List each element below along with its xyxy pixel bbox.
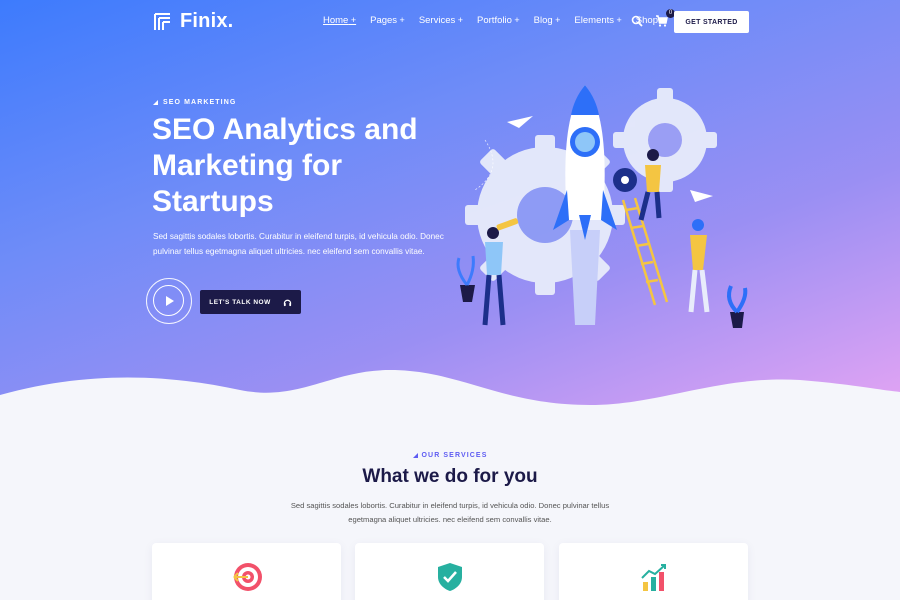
growth-chart-icon — [641, 564, 666, 591]
play-video-button[interactable] — [146, 278, 192, 324]
hero-eyebrow: SEO MARKETING — [153, 99, 236, 106]
lets-talk-label: LET'S TALK NOW — [209, 298, 271, 306]
hero-wave-divider — [0, 370, 900, 430]
nav-item-blog[interactable]: Blog — [534, 15, 561, 26]
hero-description: Sed sagittis sodales lobortis. Curabitur… — [153, 232, 444, 256]
main-nav: Home Pages Services Portfolio Blog Eleme… — [323, 15, 666, 26]
services-eyebrow: OUR SERVICES — [0, 452, 900, 459]
service-card[interactable] — [152, 543, 341, 600]
headset-icon — [283, 299, 291, 306]
lets-talk-button[interactable]: LET'S TALK NOW — [200, 290, 301, 314]
triangle-icon — [153, 100, 158, 105]
logo-mark-icon — [154, 12, 170, 30]
service-card[interactable] — [355, 543, 544, 600]
play-icon — [153, 285, 184, 316]
nav-item-pages[interactable]: Pages — [370, 15, 405, 26]
get-started-button[interactable]: GET STARTED — [674, 11, 749, 33]
hero-section: Finix. Home Pages Services Portfolio Blo… — [0, 0, 900, 430]
target-icon — [233, 563, 262, 591]
service-card[interactable] — [559, 543, 748, 600]
services-title: What we do for you — [362, 466, 538, 487]
hero-title: SEO Analytics and Marketing for Startups — [152, 113, 418, 218]
cart-icon[interactable]: 0 — [655, 9, 675, 28]
nav-item-elements[interactable]: Elements — [574, 15, 621, 26]
logo-text: Finix. — [180, 10, 234, 32]
triangle-icon — [412, 452, 418, 458]
search-icon[interactable] — [631, 14, 645, 28]
hero-eyebrow-label: SEO MARKETING — [163, 99, 237, 106]
nav-item-services[interactable]: Services — [419, 15, 463, 26]
services-description: Sed sagittis sodales lobortis. Curabitur… — [290, 501, 610, 524]
shield-check-icon — [438, 563, 462, 591]
nav-icons: 0 — [631, 9, 675, 28]
logo[interactable]: Finix. — [152, 10, 233, 33]
startup-rocket-illustration — [456, 85, 748, 328]
services-eyebrow-label: OUR SERVICES — [421, 452, 488, 459]
nav-item-home[interactable]: Home — [323, 15, 356, 26]
nav-item-portfolio[interactable]: Portfolio — [477, 15, 520, 26]
